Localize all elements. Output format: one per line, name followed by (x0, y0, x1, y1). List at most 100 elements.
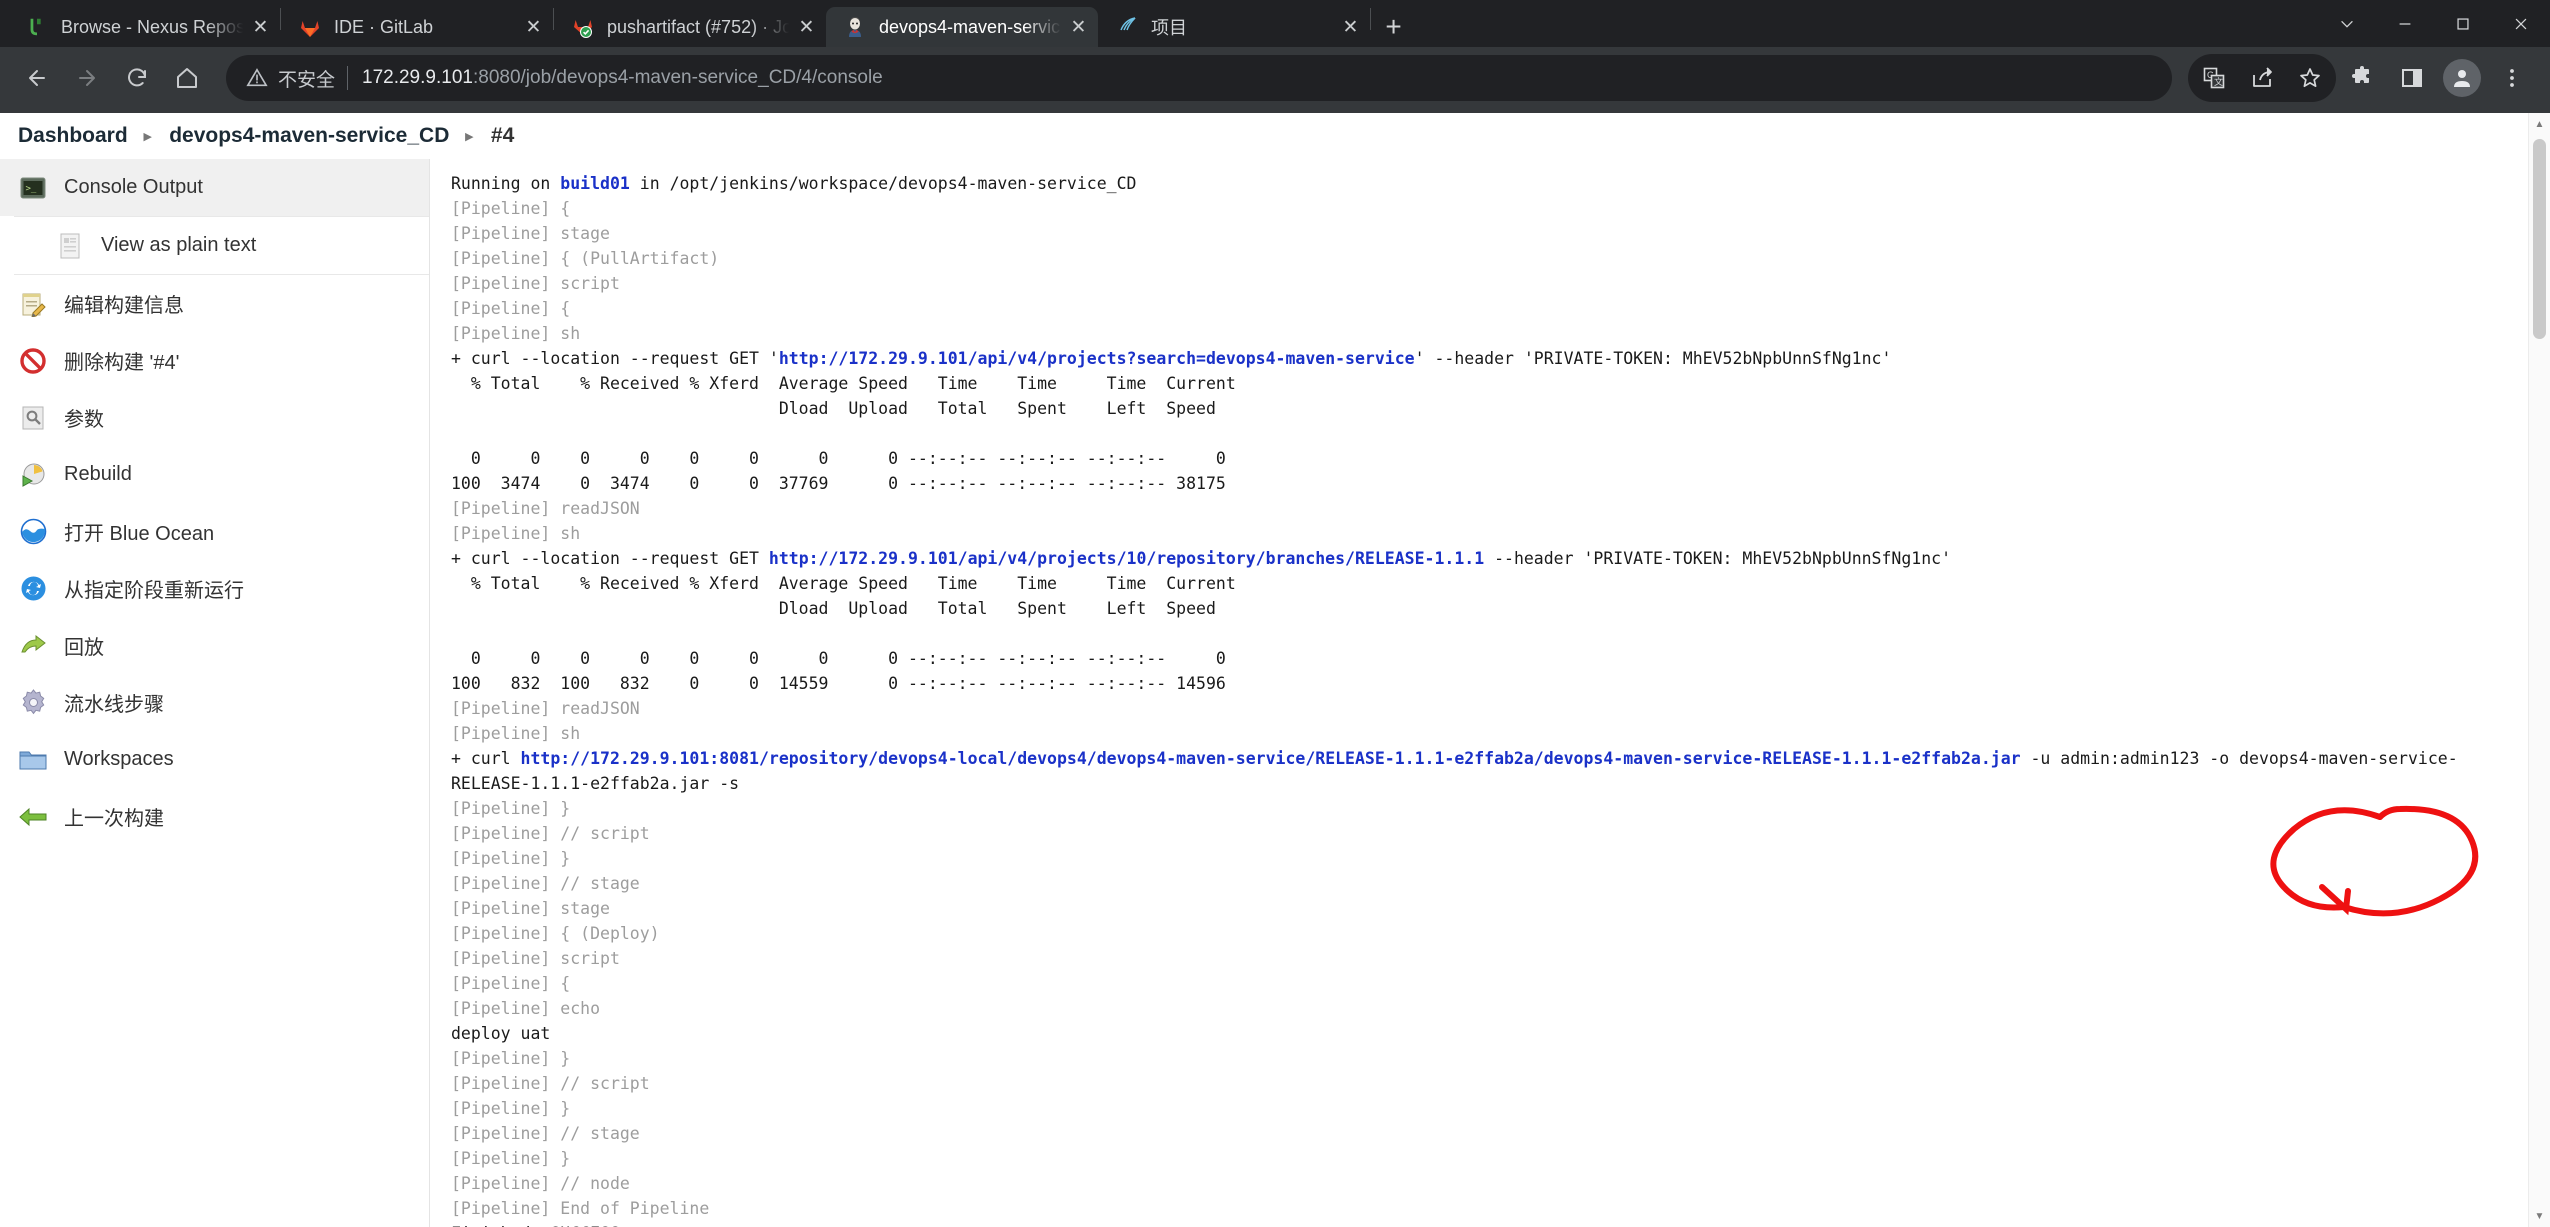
console-line: % Total % Received % Xferd Average Speed… (451, 571, 2550, 596)
console-text: ' --header 'PRIVATE-TOKEN: MhEV52bNpbUnn… (1414, 349, 1892, 368)
console-text: --header 'PRIVATE-TOKEN: MhEV52bNpbUnnSf… (1484, 549, 1952, 568)
scroll-up-icon[interactable]: ▲ (2529, 113, 2550, 135)
console-line: Dload Upload Total Spent Left Speed (451, 396, 2550, 421)
console-line: [Pipeline] readJSON (451, 696, 2550, 721)
home-icon[interactable] (164, 55, 210, 101)
console-text: [Pipeline] stage (451, 224, 610, 243)
console-text: [Pipeline] // script (451, 1074, 650, 1093)
sidebar-item-edit-build-info[interactable]: 编辑构建信息 (0, 275, 429, 332)
console-text: [Pipeline] script (451, 949, 620, 968)
back-icon[interactable] (14, 55, 60, 101)
close-icon[interactable]: ✕ (247, 14, 274, 41)
extensions-puzzle-icon[interactable] (2338, 54, 2386, 102)
console-log: Running on build01 in /opt/jenkins/works… (430, 159, 2550, 1227)
console-text: [Pipeline] } (451, 1149, 571, 1168)
browser-tab-xiangmu[interactable]: 项目 ✕ (1098, 7, 1370, 47)
browser-tab-nexus[interactable]: Browse - Nexus Repository Ma ✕ (8, 7, 280, 47)
console-output-panel: Running on build01 in /opt/jenkins/works… (430, 159, 2550, 1227)
window-close-button[interactable] (2492, 0, 2550, 47)
parameters-search-icon (18, 403, 48, 433)
console-text: [Pipeline] readJSON (451, 499, 640, 518)
sidebar-item-view-as-plain-text[interactable]: View as plain text (0, 217, 429, 274)
console-text: 100 3474 0 3474 0 0 37769 0 --:--:-- --:… (451, 474, 1226, 493)
console-link[interactable]: http://172.29.9.101/api/v4/projects/10/r… (769, 549, 1484, 568)
console-line: [Pipeline] { (451, 296, 2550, 321)
rebuild-clock-icon (18, 460, 48, 490)
sidebar-item-label: Console Output (64, 176, 203, 198)
sidebar-item-console-output[interactable]: >_ Console Output (0, 159, 429, 216)
share-icon[interactable] (2238, 54, 2286, 102)
console-link[interactable]: http://172.29.9.101/api/v4/projects?sear… (779, 349, 1415, 368)
console-text: % Total % Received % Xferd Average Speed… (451, 374, 1236, 393)
sidebar-item-label: 删除构建 '#4' (64, 352, 180, 374)
page-scrollbar[interactable]: ▲ ▼ (2528, 113, 2550, 1227)
forward-icon[interactable] (64, 55, 110, 101)
security-status-label: 不安全 (278, 69, 336, 91)
console-line: [Pipeline] { (451, 196, 2550, 221)
breadcrumb-build[interactable]: #4 (487, 124, 518, 148)
close-icon[interactable]: ✕ (1065, 14, 1092, 41)
console-text: [Pipeline] End of Pipeline (451, 1199, 710, 1218)
sidebar-item-open-blue-ocean[interactable]: 打开 Blue Ocean (0, 503, 429, 560)
new-tab-button[interactable]: + (1371, 7, 1416, 47)
scrollbar-thumb[interactable] (2533, 139, 2546, 339)
sidebar-item-workspaces[interactable]: Workspaces (0, 731, 429, 788)
scroll-down-icon[interactable]: ▼ (2529, 1205, 2550, 1227)
sidebar-item-pipeline-steps[interactable]: 流水线步骤 (0, 674, 429, 731)
console-line: 100 3474 0 3474 0 0 37769 0 --:--:-- --:… (451, 471, 2550, 496)
translate-icon[interactable]: G文 (2190, 54, 2238, 102)
sidebar-item-previous-build[interactable]: 上一次构建 (0, 788, 429, 845)
browser-tab-jenkins-console[interactable]: devops4-maven-service_CD #4 ✕ (826, 7, 1098, 47)
console-text: + curl (451, 749, 521, 768)
console-text: [Pipeline] // script (451, 824, 650, 843)
close-icon[interactable]: ✕ (793, 14, 820, 41)
close-icon[interactable]: ✕ (1337, 14, 1364, 41)
console-line: [Pipeline] // script (451, 821, 2550, 846)
chrome-menu-icon[interactable] (2488, 54, 2536, 102)
avatar (2443, 59, 2481, 97)
sidebar-item-label: 回放 (64, 637, 104, 659)
folder-icon (18, 745, 48, 775)
sidebar-item-replay[interactable]: 回放 (0, 617, 429, 674)
console-line: + curl http://172.29.9.101:8081/reposito… (451, 746, 2550, 771)
breadcrumb: Dashboard ▸ devops4-maven-service_CD ▸ #… (0, 113, 2550, 159)
document-icon (55, 231, 85, 261)
bookmark-star-icon[interactable] (2286, 54, 2334, 102)
console-line: [Pipeline] readJSON (451, 496, 2550, 521)
console-link[interactable]: build01 (560, 174, 630, 193)
breadcrumb-job[interactable]: devops4-maven-service_CD (165, 124, 453, 148)
sidebar-item-restart-from-stage[interactable]: 从指定阶段重新运行 (0, 560, 429, 617)
console-line: [Pipeline] // node (451, 1171, 2550, 1196)
console-line: [Pipeline] stage (451, 221, 2550, 246)
breadcrumb-dashboard[interactable]: Dashboard (14, 124, 132, 148)
console-text: [Pipeline] sh (451, 524, 581, 543)
browser-tab-pushartifact[interactable]: pushartifact (#752) · Jobs · dev ✕ (554, 7, 826, 47)
page-body: >_ Console Output View as plain text 编辑构… (0, 113, 2550, 1227)
console-text: [Pipeline] echo (451, 999, 601, 1018)
console-line: [Pipeline] } (451, 1046, 2550, 1071)
close-icon[interactable]: ✕ (520, 14, 547, 41)
console-text: [Pipeline] sh (451, 324, 581, 343)
sidebar-item-parameters[interactable]: 参数 (0, 389, 429, 446)
address-bar[interactable]: 不安全 172.29.9.101 :8080/job/devops4-maven… (226, 55, 2172, 101)
sidebar-item-label: 从指定阶段重新运行 (64, 580, 244, 602)
toolbar-actions: G文 (2188, 54, 2536, 102)
sidebar-item-rebuild[interactable]: Rebuild (0, 446, 429, 503)
previous-build-arrow-icon (18, 802, 48, 832)
reload-icon[interactable] (114, 55, 160, 101)
console-link[interactable]: http://172.29.9.101:8081/repository/devo… (521, 749, 2021, 768)
minimize-button[interactable] (2376, 0, 2434, 47)
gear-icon (18, 688, 48, 718)
console-line: [Pipeline] } (451, 796, 2550, 821)
maximize-button[interactable] (2434, 0, 2492, 47)
console-text: [Pipeline] } (451, 1049, 571, 1068)
feather-icon (1114, 15, 1139, 40)
console-text: [Pipeline] { (451, 299, 571, 318)
not-secure-warning-icon (246, 67, 268, 89)
browser-tab-gitlab-ide[interactable]: IDE · GitLab ✕ (281, 7, 553, 47)
side-panel-icon[interactable] (2388, 54, 2436, 102)
sidebar-item-label: View as plain text (101, 234, 257, 256)
profile-avatar-icon[interactable] (2438, 54, 2486, 102)
chevron-down-icon[interactable] (2318, 0, 2376, 47)
sidebar-item-delete-build[interactable]: 删除构建 '#4' (0, 332, 429, 389)
